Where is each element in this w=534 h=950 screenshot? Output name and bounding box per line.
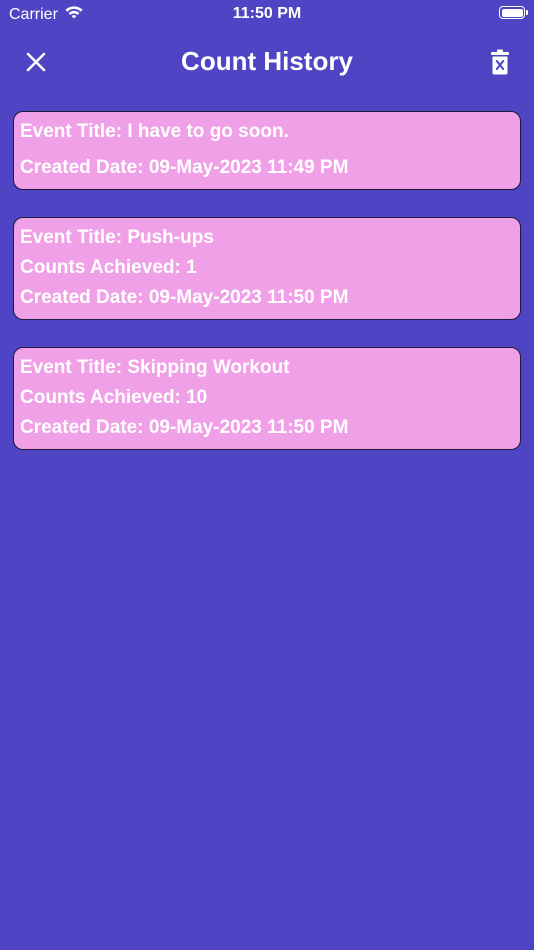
page-title: Count History [181,46,353,76]
delete-all-button[interactable] [482,44,518,80]
history-item[interactable]: Event Title: Push-ups Counts Achieved: 1… [13,217,521,320]
event-title: Event Title: Skipping Workout [20,357,290,378]
status-time: 11:50 PM [232,5,302,22]
history-list: Event Title: I have to go soon. Created … [13,111,521,477]
created-date: Created Date: 09-May-2023 11:50 PM [20,417,349,438]
event-title: Event Title: I have to go soon. [20,121,289,142]
history-item[interactable]: Event Title: Skipping Workout Counts Ach… [13,347,521,450]
nav-bar: Count History [0,40,534,84]
history-item[interactable]: Event Title: I have to go soon. Created … [13,111,521,190]
trash-icon [491,49,509,75]
created-date: Created Date: 09-May-2023 11:50 PM [20,287,349,308]
counts-achieved: Counts Achieved: 10 [20,387,208,408]
counts-achieved: Counts Achieved: 1 [20,257,197,278]
event-title: Event Title: Push-ups [20,227,214,248]
battery-icon [499,6,528,19]
created-date: Created Date: 09-May-2023 11:49 PM [20,157,349,178]
status-bar: Carrier 11:50 PM [0,0,534,28]
